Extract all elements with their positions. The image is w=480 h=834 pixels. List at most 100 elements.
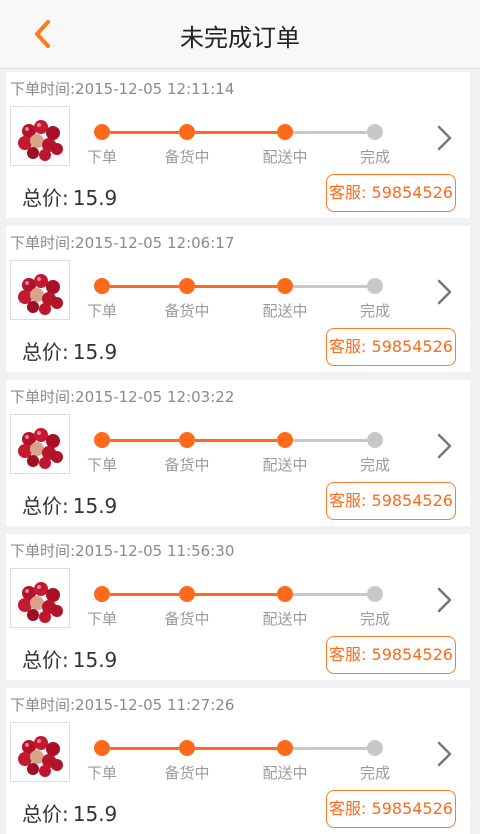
order-total-value: 15.9 [72,802,118,826]
page-title: 未完成订单 [180,24,300,52]
order-status-progress: 下单 备货中 配送中 完成 [87,736,390,782]
order-time: 下单时间:2015-12-05 12:11:14 [10,80,235,98]
order-card[interactable]: 下单时间:2015-12-05 12:06:17 下单 备货中 配送中 完成总价: 15.… [6,226,470,372]
progress-step-label: 配送中 [262,456,308,474]
order-total-value: 15.9 [72,340,118,364]
progress-segment [110,747,179,750]
progress-step-label: 下单 [86,456,117,474]
progress-step-dot [179,740,195,756]
top-bar: 未完成订单 [0,0,480,69]
progress-segment [195,747,277,750]
order-total: 总价: 15.9 [22,182,117,211]
progress-step-label: 配送中 [262,610,308,628]
chevron-right-icon[interactable] [434,124,456,152]
progress-segment [293,747,367,750]
order-total: 总价: 15.9 [22,644,117,673]
progress-segment [195,285,277,288]
progress-segment [293,131,367,134]
order-card[interactable]: 下单时间:2015-12-05 12:11:14 下单 备货中 配送中 完成总价: 15.… [6,72,470,218]
progress-step-label: 完成 [359,764,390,782]
order-total-label: 总价: [22,340,69,364]
customer-service-button[interactable]: 客服: 59854526 [326,174,456,212]
customer-service-button[interactable]: 客服: 59854526 [326,636,456,674]
progress-step-label: 备货中 [164,764,210,782]
product-thumbnail [10,106,70,166]
progress-step-label: 备货中 [164,302,210,320]
progress-step-dot [94,740,110,756]
progress-step-dot [367,740,383,756]
progress-step-dot [277,124,293,140]
progress-step-dot [94,278,110,294]
order-card[interactable]: 下单时间:2015-12-05 11:56:30 下单 备货中 配送中 完成总价: 15.… [6,534,470,680]
progress-step-label: 配送中 [262,148,308,166]
progress-step-dot [367,432,383,448]
product-thumbnail [10,568,70,628]
chevron-right-icon[interactable] [434,278,456,306]
progress-step-label: 备货中 [164,148,210,166]
progress-step-dot [277,432,293,448]
customer-service-button[interactable]: 客服: 59854526 [326,328,456,366]
order-total-value: 15.9 [72,494,118,518]
progress-segment [110,131,179,134]
progress-segment [110,593,179,596]
order-status-progress: 下单 备货中 配送中 完成 [87,582,390,628]
progress-segment [293,439,367,442]
progress-step-dot [277,740,293,756]
order-time: 下单时间:2015-12-05 12:03:22 [10,388,235,406]
progress-step-label: 下单 [86,764,117,782]
progress-segment [195,593,277,596]
progress-step-label: 完成 [359,148,390,166]
order-time: 下单时间:2015-12-05 12:06:17 [10,234,235,252]
progress-segment [110,285,179,288]
progress-step-label: 完成 [359,456,390,474]
order-card[interactable]: 下单时间:2015-12-05 12:03:22 下单 备货中 配送中 完成总价: 15.… [6,380,470,526]
progress-step-dot [367,586,383,602]
order-time: 下单时间:2015-12-05 11:27:26 [10,696,235,714]
order-card[interactable]: 下单时间:2015-12-05 11:27:26 下单 备货中 配送中 完成总价: 15.… [6,688,470,834]
progress-step-dot [367,124,383,140]
order-total-label: 总价: [22,186,69,210]
order-status-progress: 下单 备货中 配送中 完成 [87,428,390,474]
progress-step-label: 下单 [86,610,117,628]
progress-step-label: 下单 [86,148,117,166]
progress-step-label: 完成 [359,610,390,628]
progress-step-label: 下单 [86,302,117,320]
progress-step-label: 备货中 [164,610,210,628]
chevron-right-icon[interactable] [434,432,456,460]
progress-step-dot [179,432,195,448]
order-status-progress: 下单 备货中 配送中 完成 [87,274,390,320]
progress-step-label: 配送中 [262,764,308,782]
progress-step-dot [367,278,383,294]
order-time: 下单时间:2015-12-05 11:56:30 [10,542,235,560]
order-total-label: 总价: [22,648,69,672]
order-total-value: 15.9 [72,648,118,672]
product-thumbnail [10,722,70,782]
order-status-progress: 下单 备货中 配送中 完成 [87,120,390,166]
order-total: 总价: 15.9 [22,490,117,519]
product-thumbnail [10,414,70,474]
progress-segment [293,285,367,288]
progress-segment [195,131,277,134]
progress-segment [110,439,179,442]
customer-service-button[interactable]: 客服: 59854526 [326,482,456,520]
progress-segment [195,439,277,442]
customer-service-button[interactable]: 客服: 59854526 [326,790,456,828]
progress-step-dot [179,586,195,602]
progress-step-label: 配送中 [262,302,308,320]
order-total: 总价: 15.9 [22,336,117,365]
product-thumbnail [10,260,70,320]
progress-step-dot [277,278,293,294]
progress-step-label: 完成 [359,302,390,320]
order-total-label: 总价: [22,494,69,518]
progress-step-dot [94,432,110,448]
progress-step-dot [179,124,195,140]
chevron-right-icon[interactable] [434,740,456,768]
progress-step-label: 备货中 [164,456,210,474]
progress-step-dot [94,124,110,140]
chevron-right-icon[interactable] [434,586,456,614]
progress-segment [293,593,367,596]
order-total: 总价: 15.9 [22,798,117,827]
progress-step-dot [277,586,293,602]
progress-step-dot [94,586,110,602]
order-total-value: 15.9 [72,186,118,210]
